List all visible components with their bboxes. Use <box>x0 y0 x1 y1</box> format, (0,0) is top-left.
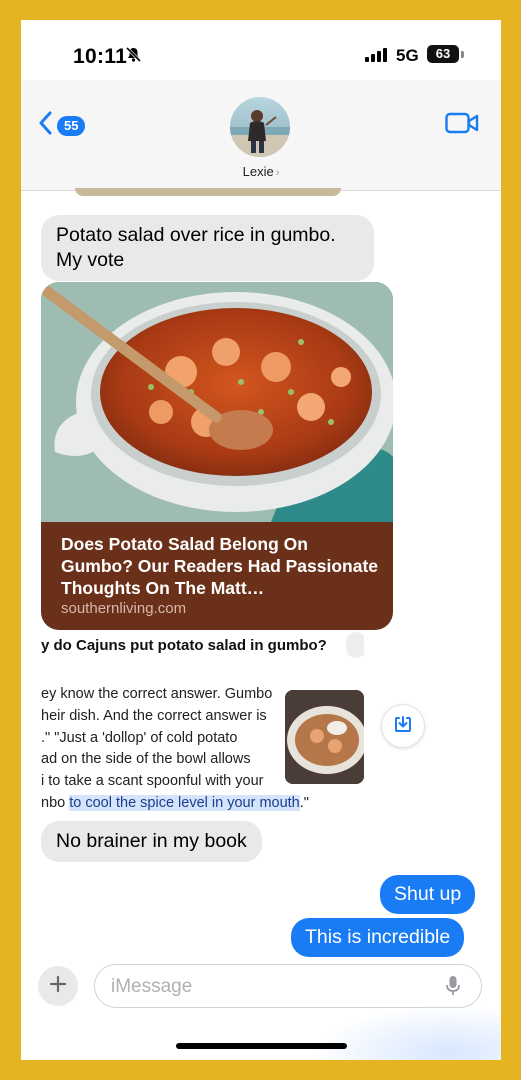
link-domain: southernliving.com <box>61 600 187 617</box>
battery-level: 63 <box>435 46 451 61</box>
message-outgoing[interactable]: This is incredible <box>291 918 465 957</box>
chevron-right-icon: › <box>275 167 280 179</box>
link-title: Does Potato Salad Belong On Gumbo? Our R… <box>61 534 379 598</box>
download-tray-icon <box>393 714 413 739</box>
bell-slash-icon <box>125 46 142 68</box>
chevron-left-icon <box>39 111 53 140</box>
conversation-header: 55 Lexie › <box>21 80 501 191</box>
video-call-button[interactable] <box>445 112 479 139</box>
status-time: 10:11 <box>73 45 128 68</box>
snippet-line: i to take a scant spoonful with your <box>41 773 264 789</box>
microphone-icon[interactable] <box>445 975 461 1002</box>
snippet-share-button <box>346 632 364 658</box>
previous-image-bubble[interactable] <box>75 188 341 196</box>
message-input[interactable]: iMessage <box>94 964 482 1008</box>
link-preview-card[interactable]: Does Potato Salad Belong On Gumbo? Our R… <box>41 282 393 630</box>
message-incoming[interactable]: No brainer in my book <box>41 821 262 862</box>
signal-icon <box>365 48 389 67</box>
phone-screen: 10:11 5G 63 55 Lexie › Potato salad over… <box>21 20 501 1060</box>
snippet-line: heir dish. And the correct answer is <box>41 708 267 724</box>
home-indicator[interactable] <box>176 1043 347 1049</box>
message-outgoing[interactable]: Shut up <box>380 875 476 914</box>
battery-icon: 63 <box>427 45 459 63</box>
message-incoming[interactable]: Potato salad over rice in gumbo. My vote <box>41 215 374 281</box>
network-type: 5G <box>396 46 419 65</box>
snippet-last-prefix: nbo <box>41 795 70 811</box>
snippet-line: ." "Just a 'dollop' of cold potato <box>41 730 238 746</box>
contact-avatar[interactable] <box>230 97 290 157</box>
snippet-question: y do Cajuns put potato salad in gumbo? <box>41 637 327 654</box>
snippet-last-suffix: ." <box>299 795 309 811</box>
keyboard-glow <box>311 1005 501 1060</box>
contact-name[interactable]: Lexie › <box>21 164 501 179</box>
snippet-thumbnail <box>285 690 364 784</box>
snippet-line-last: nbo to cool the spice level in your mout… <box>41 795 309 811</box>
status-bar: 10:11 5G 63 <box>21 20 501 80</box>
gumbo-pot-image <box>41 282 393 522</box>
search-snippet-card[interactable]: y do Cajuns put potato salad in gumbo? e… <box>41 632 364 817</box>
add-attachment-button[interactable] <box>38 966 78 1006</box>
message-input-placeholder: iMessage <box>111 976 193 997</box>
snippet-line: ey know the correct answer. Gumbo <box>41 686 273 702</box>
battery-tip <box>461 51 464 58</box>
back-button[interactable]: 55 <box>39 111 86 140</box>
contact-name-text: Lexie <box>242 164 274 179</box>
plus-icon <box>49 975 67 998</box>
unread-count-badge: 55 <box>57 115 86 136</box>
snippet-highlight: to cool the spice level in your mouth <box>69 795 300 811</box>
save-link-button[interactable] <box>381 704 425 748</box>
snippet-line: ad on the side of the bowl allows <box>41 751 251 767</box>
